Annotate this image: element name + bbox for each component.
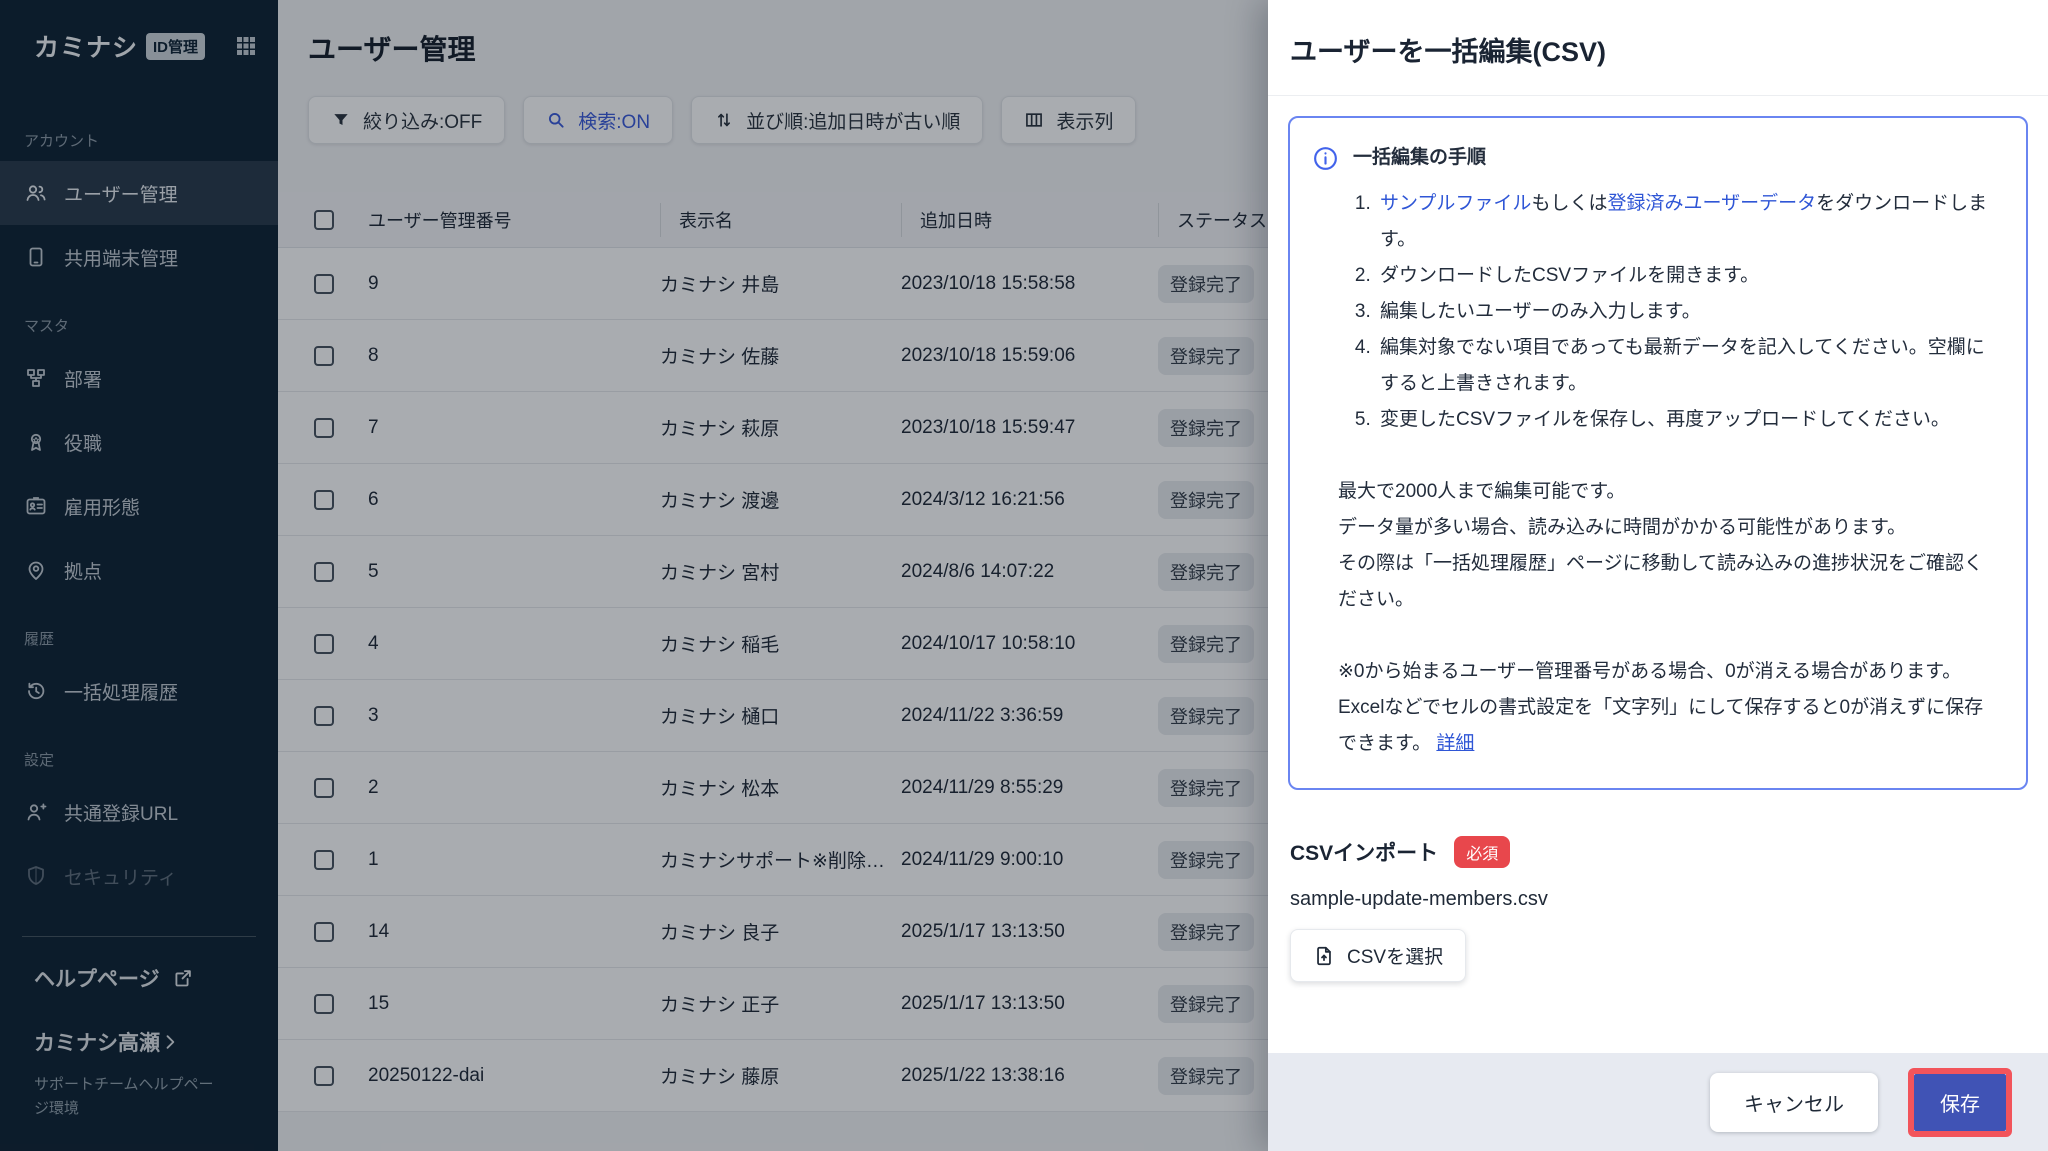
step-4: 編集対象でない項目であっても最新データを記入してください。空欄にすると上書きされ… — [1376, 330, 2002, 402]
step-5: 変更したCSVファイルを保存し、再度アップロードしてください。 — [1376, 402, 2002, 438]
step-1-text: もしくは — [1531, 193, 1607, 214]
registered-user-data-link[interactable]: 登録済みユーザーデータ — [1607, 193, 1816, 214]
step-3: 編集したいユーザーのみ入力します。 — [1376, 294, 2002, 330]
instructions-steps: サンプルファイルもしくは登録済みユーザーデータをダウンロードします。 ダウンロー… — [1376, 186, 2002, 438]
info-circle-icon — [1312, 145, 1339, 172]
cancel-button[interactable]: キャンセル — [1710, 1073, 1878, 1132]
details-link[interactable]: 詳細 — [1436, 733, 1474, 754]
drawer-footer: キャンセル 保存 — [1268, 1053, 2048, 1151]
selected-filename: sample-update-members.csv — [1290, 888, 2028, 911]
capacity-line-3: その際は「一括処理履歴」ページに移動して読み込みの進捗状況をご確認ください。 — [1338, 546, 2002, 618]
csv-import-section: CSVインポート 必須 sample-update-members.csv CS… — [1288, 836, 2028, 982]
choose-csv-button[interactable]: CSVを選択 — [1290, 929, 1466, 982]
drawer-body: 一括編集の手順 サンプルファイルもしくは登録済みユーザーデータをダウンロードしま… — [1268, 96, 2048, 1053]
instructions-heading-row: 一括編集の手順 — [1312, 140, 2002, 176]
csv-import-label: CSVインポート — [1290, 837, 1438, 867]
bulk-edit-drawer: ユーザーを一括編集(CSV) 一括編集の手順 サンプルファイルもしくは登録済みユ… — [1268, 0, 2048, 1151]
sample-file-link[interactable]: サンプルファイル — [1380, 193, 1531, 214]
required-badge: 必須 — [1454, 836, 1510, 868]
instructions-heading: 一括編集の手順 — [1353, 140, 1486, 176]
app-root: カミナシ ID管理 アカウント ユーザー管理 — [0, 0, 2048, 1151]
leading-zero-note-text: ※0から始まるユーザー管理番号がある場合、0が消える場合があります。Excelな… — [1338, 661, 1983, 754]
capacity-line-2: データ量が多い場合、読み込みに時間がかかる可能性があります。 — [1338, 510, 2002, 546]
modal-backdrop[interactable] — [0, 0, 1268, 1151]
step-1: サンプルファイルもしくは登録済みユーザーデータをダウンロードします。 — [1376, 186, 2002, 258]
drawer-header: ユーザーを一括編集(CSV) — [1268, 0, 2048, 96]
capacity-line-1: 最大で2000人まで編集可能です。 — [1338, 474, 2002, 510]
save-button[interactable]: 保存 — [1914, 1074, 2006, 1131]
drawer-title: ユーザーを一括編集(CSV) — [1290, 30, 2020, 69]
step-2: ダウンロードしたCSVファイルを開きます。 — [1376, 258, 2002, 294]
choose-csv-button-label: CSVを選択 — [1347, 942, 1443, 969]
capacity-paragraph: 最大で2000人まで編集可能です。 データ量が多い場合、読み込みに時間がかかる可… — [1338, 474, 2002, 618]
instructions-box: 一括編集の手順 サンプルファイルもしくは登録済みユーザーデータをダウンロードしま… — [1288, 116, 2028, 790]
save-button-highlight-ring: 保存 — [1908, 1068, 2012, 1137]
leading-zero-note: ※0から始まるユーザー管理番号がある場合、0が消える場合があります。Excelな… — [1338, 654, 2002, 762]
file-upload-icon — [1313, 945, 1335, 967]
